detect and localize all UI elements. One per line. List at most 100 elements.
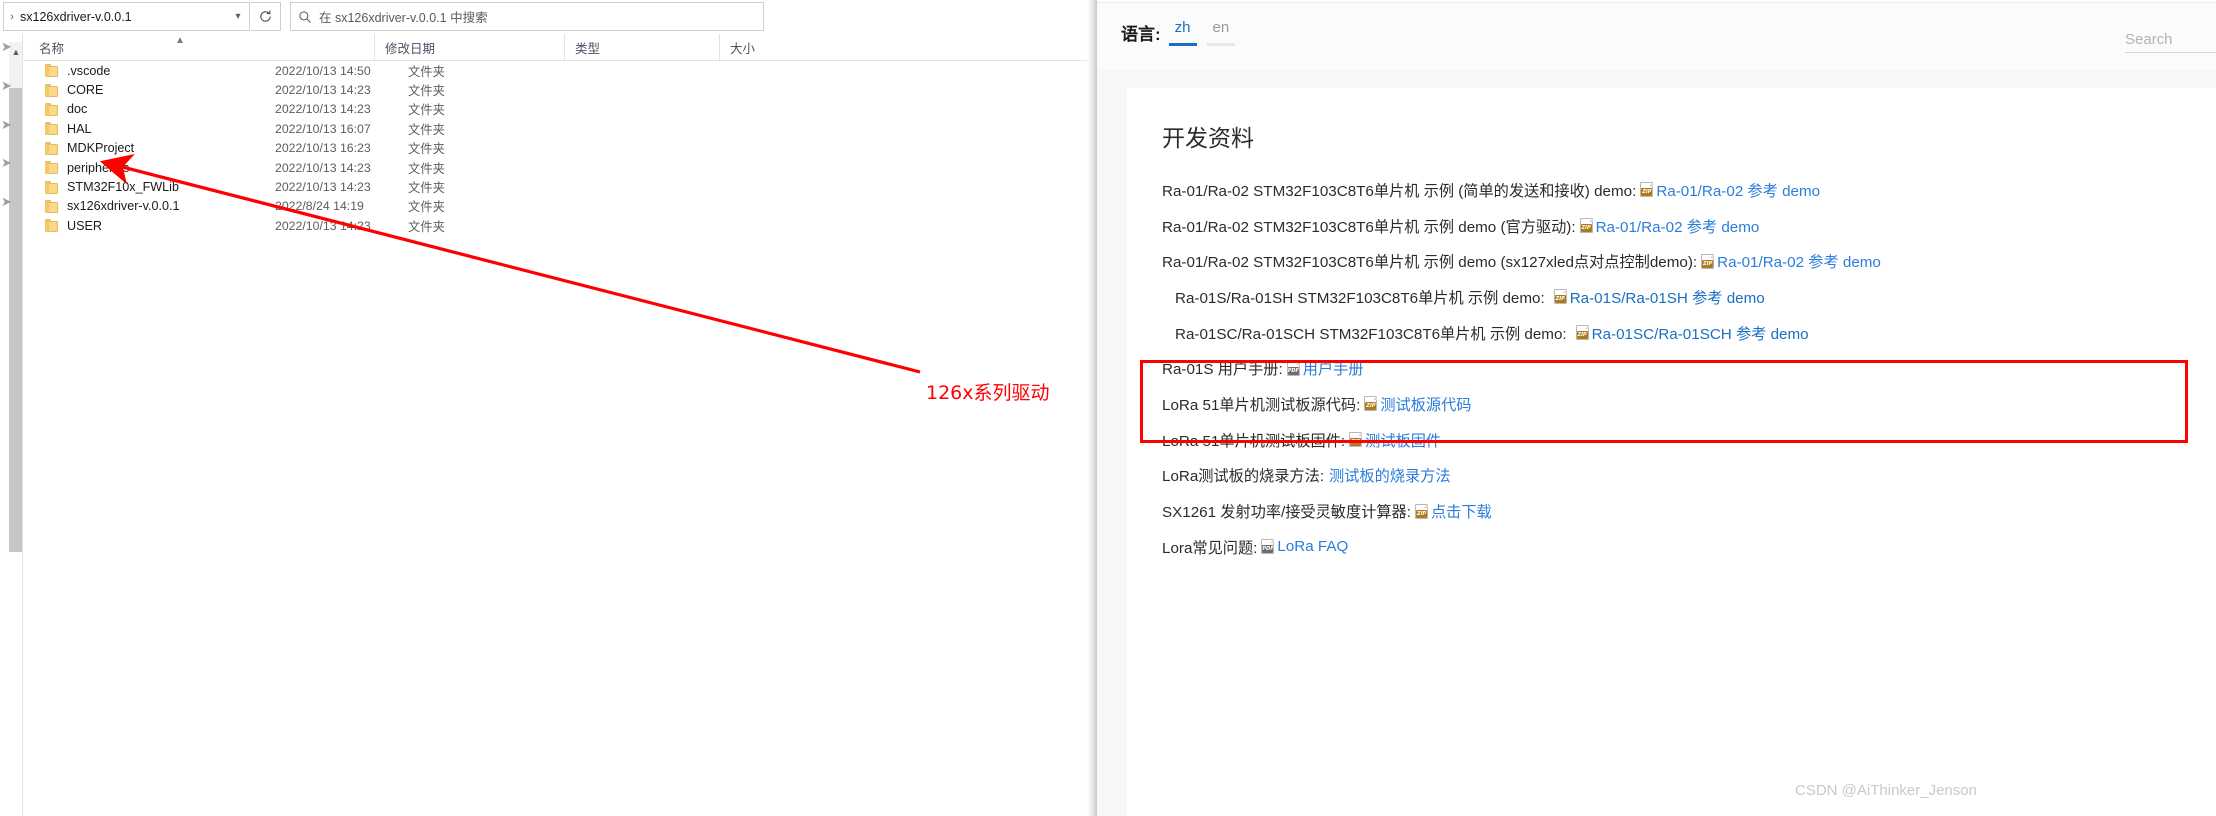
file-name-cell[interactable]: MDKProject (45, 139, 134, 158)
doc-link[interactable]: 测试板的烧录方法 (1329, 464, 1451, 486)
language-label: 语言: (1121, 25, 1161, 44)
document-link-list: Ra-01/Ra-02 STM32F103C8T6单片机 示例 (简单的发送和接… (1162, 172, 2197, 565)
column-header-size[interactable]: 大小 (719, 34, 829, 60)
list-item: SX1261 发射功率/接受灵敏度计算器: ZIP 点击下载 (1162, 493, 2197, 529)
doc-label: LoRa 51单片机测试板源代码: (1162, 396, 1361, 414)
table-row[interactable]: USER 2022/10/13 14:23 文件夹 (23, 216, 1096, 235)
file-date-cell: 2022/10/13 16:07 (275, 121, 371, 136)
file-name-text: sx126xdriver-v.0.0.1 (67, 199, 180, 214)
list-item: Ra-01/Ra-02 STM32F103C8T6单片机 示例 demo (sx… (1162, 243, 2197, 279)
navigation-scrollbar[interactable]: ▲ (9, 34, 23, 816)
file-name-cell[interactable]: CORE (45, 80, 103, 99)
doc-link[interactable]: Ra-01S/Ra-01SH 参考 demo (1570, 286, 1765, 308)
language-tab-en[interactable]: en (1206, 18, 1236, 46)
file-date-cell: 2022/10/13 14:23 (275, 180, 371, 195)
table-row[interactable]: STM32F10x_FWLib 2022/10/13 14:23 文件夹 (23, 177, 1096, 196)
file-type-cell: 文件夹 (408, 142, 445, 157)
explorer-search-box[interactable]: 在 sx126xdriver-v.0.0.1 中搜索 (290, 2, 764, 31)
file-type-cell: 文件夹 (408, 200, 445, 215)
file-name-text: MDKProject (67, 141, 135, 156)
table-row[interactable]: MDKProject 2022/10/13 16:23 文件夹 (23, 139, 1096, 158)
pin-icon[interactable]: ➤ (1, 118, 15, 132)
column-header-date[interactable]: 修改日期 (374, 34, 564, 60)
file-name-text: peripherals (67, 160, 130, 175)
doc-label: Lora常见问题: (1162, 539, 1258, 557)
list-item: Ra-01SC/Ra-01SCH STM32F103C8T6单片机 示例 dem… (1162, 315, 2197, 351)
table-row[interactable]: CORE 2022/10/13 14:23 文件夹 (23, 80, 1096, 99)
table-row[interactable]: .vscode 2022/10/13 14:50 文件夹 (23, 61, 1096, 80)
file-date-cell: 2022/10/13 14:23 (275, 218, 371, 233)
file-explorer-pane: › sx126xdriver-v.0.0.1 ▾ 在 sx126xdriver- (0, 0, 1097, 816)
file-name-cell[interactable]: peripherals (45, 158, 129, 177)
file-date-cell: 2022/10/13 14:50 (275, 63, 371, 78)
column-header-date-label: 修改日期 (385, 41, 436, 56)
file-type-cell: 文件夹 (408, 122, 445, 137)
file-name-text: USER (67, 218, 102, 233)
doc-label: LoRa 51单片机测试板固件: (1162, 432, 1346, 450)
page-title: 开发资料 (1162, 125, 1254, 151)
watermark: CSDN @AiThinker_Jenson (1795, 782, 1977, 799)
table-row[interactable]: doc 2022/10/13 14:23 文件夹 (23, 100, 1096, 119)
zip-file-icon: ZIP (1364, 396, 1378, 412)
file-name-text: HAL (67, 121, 92, 136)
column-header-name-label: 名称 (39, 41, 65, 56)
doc-link[interactable]: 测试板固件 (1365, 429, 1441, 451)
browser-top-edge (1097, 0, 2216, 3)
zip-file-icon: ZIP (1553, 289, 1567, 305)
file-name-cell[interactable]: .vscode (45, 61, 110, 80)
caret-up-icon: ▲ (175, 35, 185, 46)
refresh-icon (260, 10, 271, 22)
doc-link[interactable]: Ra-01/Ra-02 参考 demo (1656, 179, 1820, 201)
doc-label: Ra-01/Ra-02 STM32F103C8T6单片机 示例 demo (sx… (1162, 254, 1698, 272)
column-header-name[interactable]: 名称 ▲ (29, 34, 374, 60)
doc-link[interactable]: 点击下载 (1431, 500, 1492, 522)
file-date-cell: 2022/10/13 14:23 (275, 160, 371, 175)
language-tab-zh[interactable]: zh (1168, 18, 1197, 46)
file-name-cell[interactable]: USER (45, 216, 102, 235)
doc-link[interactable]: Ra-01/Ra-02 参考 demo (1596, 215, 1760, 237)
file-name-cell[interactable]: HAL (45, 119, 92, 138)
chevron-down-icon[interactable]: ▾ (227, 11, 249, 22)
search-input[interactable] (2125, 26, 2216, 53)
pdf-file-icon: PDF (1286, 360, 1300, 376)
file-date-cell: 2022/10/13 14:23 (275, 102, 371, 117)
file-name-cell[interactable]: doc (45, 100, 87, 119)
file-type-cell: 文件夹 (408, 219, 445, 234)
folder-icon (45, 122, 60, 136)
table-row[interactable]: HAL 2022/10/13 16:07 文件夹 (23, 119, 1096, 138)
content-card: 开发资料 Ra-01/Ra-02 STM32F103C8T6单片机 示例 (简单… (1127, 88, 2216, 816)
doc-label: Ra-01S/Ra-01SH STM32F103C8T6单片机 示例 demo: (1175, 289, 1545, 307)
doc-link[interactable]: LoRa FAQ (1277, 538, 1348, 555)
table-row[interactable]: sx126xdriver-v.0.0.1 2022/8/24 14:19 文件夹 (23, 197, 1096, 216)
pdf-file-icon: PDF (1261, 539, 1275, 555)
doc-link[interactable]: 测试板源代码 (1380, 393, 1471, 415)
list-item: Lora常见问题: PDF LoRa FAQ (1162, 529, 2197, 565)
doc-link[interactable]: Ra-01SC/Ra-01SCH 参考 demo (1592, 322, 1809, 344)
file-type-cell: 文件夹 (408, 64, 445, 79)
language-switcher: 语言: zh en (1121, 18, 1245, 46)
column-header-row: 名称 ▲ 修改日期 类型 大小 (23, 34, 1096, 61)
column-header-type[interactable]: 类型 (564, 34, 719, 60)
refresh-button[interactable] (251, 2, 281, 31)
file-name-cell[interactable]: STM32F10x_FWLib (45, 177, 179, 196)
address-bar[interactable]: › sx126xdriver-v.0.0.1 ▾ (3, 2, 250, 31)
doc-link[interactable]: Ra-01/Ra-02 参考 demo (1717, 250, 1881, 272)
site-search-field[interactable] (2125, 26, 2216, 54)
table-row[interactable]: peripherals 2022/10/13 14:23 文件夹 (23, 158, 1096, 177)
zip-file-icon: ZIP (1701, 253, 1715, 269)
pin-icon[interactable]: ➤ (1, 79, 15, 93)
folder-icon (45, 199, 60, 213)
list-item: LoRa 51单片机测试板源代码: ZIP 测试板源代码 (1162, 386, 2197, 422)
file-name-cell[interactable]: sx126xdriver-v.0.0.1 (45, 197, 179, 216)
list-item: Ra-01/Ra-02 STM32F103C8T6单片机 示例 (简单的发送和接… (1162, 172, 2197, 208)
pin-icon[interactable]: ➤ (1, 156, 15, 170)
list-item: LoRa 51单片机测试板固件: ZIP 测试板固件 (1162, 422, 2197, 458)
annotation-label: 126x系列驱动 (926, 382, 1050, 404)
folder-icon (45, 180, 60, 194)
zip-file-icon: ZIP (1579, 218, 1593, 234)
file-list: .vscode 2022/10/13 14:50 文件夹 CORE 2022/1… (23, 61, 1096, 236)
doc-link[interactable]: 用户手册 (1303, 357, 1364, 379)
pin-icon[interactable]: ➤ (1, 40, 15, 54)
list-item: Ra-01S/Ra-01SH STM32F103C8T6单片机 示例 demo:… (1162, 279, 2197, 315)
pin-icon[interactable]: ➤ (1, 195, 15, 209)
